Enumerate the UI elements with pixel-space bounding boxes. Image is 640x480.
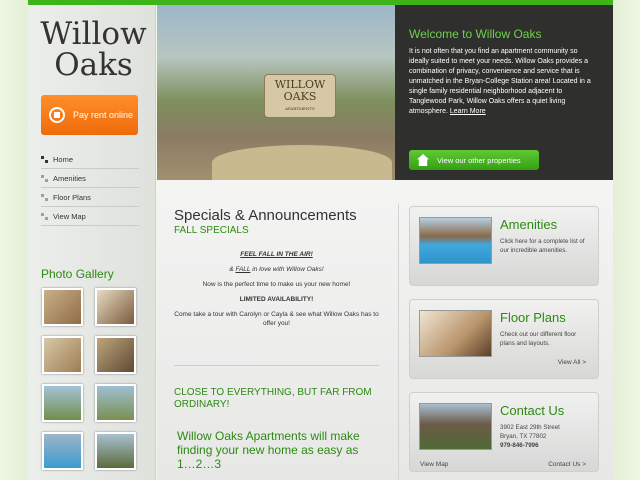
view-map-link[interactable]: View Map — [420, 461, 448, 468]
specials-subtitle: FALL SPECIALS — [174, 225, 249, 236]
bullet-icon — [41, 155, 48, 163]
specials-line-2-fall: FALL — [235, 266, 251, 273]
entrance-sign: WILLOW OAKS APARTMENTS — [264, 74, 336, 118]
site-logo[interactable]: Willow Oaks — [36, 19, 151, 81]
nav-label: View Map — [53, 211, 86, 221]
sign-line-2: OAKS — [283, 90, 317, 103]
amenities-title: Amenities — [500, 217, 558, 232]
floor-plans-text: Check out our different floor plans and … — [500, 331, 577, 347]
nav-item-home[interactable]: Home — [41, 150, 139, 169]
gallery-thumb[interactable] — [42, 384, 83, 422]
easy-as-123-text: Willow Oaks Apartments will make finding… — [177, 429, 360, 471]
floor-plans-card[interactable]: Floor Plans Check out our different floo… — [409, 299, 599, 379]
planter-bed — [212, 145, 392, 180]
home-icon — [49, 107, 65, 123]
welcome-heading: Welcome to Willow Oaks — [409, 27, 542, 41]
logo-line-2: Oaks — [54, 47, 133, 83]
gallery-thumb[interactable] — [42, 288, 83, 326]
contact-card[interactable]: Contact Us 3902 East 29th Street Bryan, … — [409, 392, 599, 472]
page-frame-right — [613, 0, 640, 480]
office-photo — [419, 403, 492, 450]
contact-address: 3902 East 29th Street Bryan, TX 77802 97… — [500, 423, 592, 450]
specials-line-1: FEEL FALL IN THE AIR! — [240, 251, 313, 258]
nav-item-floor-plans[interactable]: Floor Plans — [41, 188, 139, 207]
bullet-icon — [41, 212, 48, 220]
amenities-text: Click here for a complete list of our in… — [500, 238, 585, 254]
nav-item-amenities[interactable]: Amenities — [41, 169, 139, 188]
nav-item-view-map[interactable]: View Map — [41, 207, 139, 226]
specials-line-3: Now is the perfect time to make us your … — [202, 281, 351, 288]
sidebar-nav: Home Amenities Floor Plans View Map — [41, 150, 139, 226]
welcome-text: It is not often that you find an apartme… — [409, 48, 591, 115]
bullet-icon — [41, 174, 48, 182]
sidebar: Willow Oaks Pay rent online Home Ameniti… — [28, 5, 156, 480]
hero-photo: WILLOW OAKS APARTMENTS — [157, 5, 395, 180]
specials-body: FEEL FALL IN THE AIR! & FALL in love wit… — [174, 250, 379, 334]
sign-line-3: APARTMENTS — [285, 106, 315, 111]
contact-title: Contact Us — [500, 403, 565, 418]
specials-line-4: LIMITED AVAILABILITY! — [239, 296, 314, 303]
nav-label: Home — [53, 154, 74, 164]
gallery-thumb[interactable] — [95, 336, 136, 374]
other-properties-button[interactable]: View our other properties — [409, 150, 539, 170]
specials-line-5: Come take a tour with Carolyn or Cayla &… — [174, 311, 379, 327]
column-divider — [398, 204, 399, 480]
gallery-thumb[interactable] — [42, 336, 83, 374]
gallery-thumb[interactable] — [95, 384, 136, 422]
view-all-link[interactable]: View All > — [558, 359, 586, 366]
logo-line-1: Willow — [40, 16, 147, 52]
page-frame-left — [0, 0, 28, 480]
other-properties-label: View our other properties — [437, 155, 521, 165]
welcome-body: It is not often that you find an apartme… — [409, 47, 599, 117]
bullet-icon — [41, 193, 48, 201]
section-divider — [174, 365, 379, 366]
learn-more-link[interactable]: Learn More — [450, 108, 486, 115]
nav-label: Amenities — [53, 173, 86, 183]
bedroom-photo — [419, 310, 492, 357]
contact-us-link[interactable]: Contact Us > — [548, 461, 586, 468]
floor-plans-title: Floor Plans — [500, 310, 566, 325]
specials-line-2-rest: in love with Willow Oaks! — [250, 266, 324, 273]
specials-title: Specials & Announcements — [174, 207, 357, 224]
welcome-panel: Welcome to Willow Oaks It is not often t… — [395, 5, 613, 180]
amenities-card[interactable]: Amenities Click here for a complete list… — [409, 206, 599, 286]
gallery-thumb[interactable] — [95, 432, 136, 470]
address-line-2: Bryan, TX 77802 — [500, 433, 547, 440]
phone-number: 979-846-7996 — [500, 442, 539, 449]
address-line-1: 3902 East 29th Street — [500, 424, 560, 431]
close-to-everything-heading: CLOSE TO EVERYTHING, BUT FAR FROM ORDINA… — [174, 387, 372, 410]
main-content: Specials & Announcements FALL SPECIALS F… — [157, 180, 613, 480]
home-icon — [417, 154, 429, 166]
pay-rent-button[interactable]: Pay rent online — [41, 95, 138, 135]
pool-photo — [419, 217, 492, 264]
nav-label: Floor Plans — [53, 192, 91, 202]
gallery-thumb[interactable] — [95, 288, 136, 326]
gallery-title: Photo Gallery — [41, 267, 114, 281]
pay-rent-label: Pay rent online — [73, 110, 134, 120]
gallery-thumb[interactable] — [42, 432, 83, 470]
